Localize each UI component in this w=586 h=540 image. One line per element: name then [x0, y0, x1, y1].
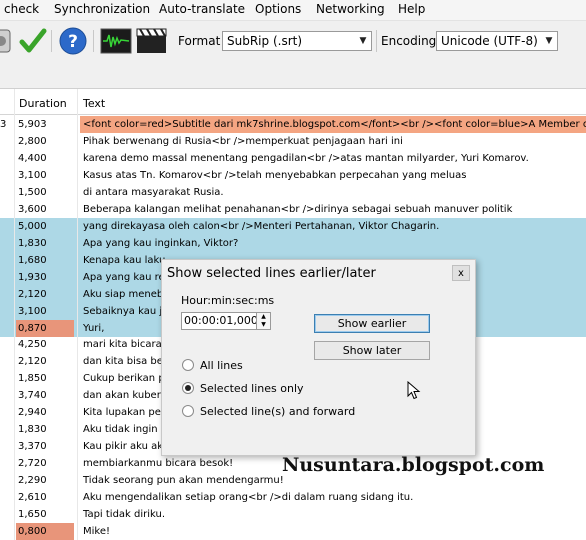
duration-cell: 2,940 — [18, 407, 47, 419]
text-cell: Aku mengendalikan setiap orang<br />di d… — [83, 492, 414, 504]
menu-networking[interactable]: Networking — [316, 2, 385, 16]
duration-cell: 4,250 — [18, 339, 47, 351]
duration-cell: 2,120 — [16, 285, 74, 303]
radio-selected-and-forward-label[interactable]: Selected line(s) and forward — [200, 405, 355, 418]
toolbar-separator — [376, 30, 377, 52]
show-earlier-button[interactable]: Show earlier — [314, 314, 430, 333]
duration-cell: 2,120 — [18, 356, 47, 368]
show-earlier-later-dialog: Show selected lines earlier/later x Hour… — [161, 259, 476, 456]
format-select[interactable]: SubRip (.srt) ▼ — [222, 31, 372, 51]
radio-all-lines-label[interactable]: All lines — [200, 359, 243, 372]
duration-cell: 1,500 — [18, 186, 47, 198]
duration-cell: 0,870 — [16, 319, 74, 337]
text-cell: yang direkayasa oleh calon<br />Menteri … — [80, 217, 586, 235]
menu-help[interactable]: Help — [398, 2, 425, 16]
watermark: Nusuntara.blogspot.com — [282, 454, 545, 476]
spin-up-icon[interactable]: ▲ — [257, 313, 270, 321]
radio-selected-lines-only-label[interactable]: Selected lines only — [200, 382, 304, 395]
column-divider — [77, 89, 78, 540]
table-row[interactable]: 2,610 Aku mengendalikan setiap orang<br /… — [0, 489, 586, 506]
duration-cell: 3,600 — [18, 203, 47, 215]
mouse-cursor-icon — [407, 381, 421, 400]
text-cell: Mike! — [83, 526, 111, 538]
text-cell: Kasus atas Tn. Komarov<br />telah menyeb… — [83, 169, 467, 181]
table-row[interactable]: 1,500 di antara masyarakat Rusia. — [0, 184, 586, 201]
duration-cell: 1,830 — [16, 234, 74, 252]
duration-cell: 1,850 — [18, 373, 47, 385]
table-row[interactable]: 2,800 Pihak berwenang di Rusia<br />mempe… — [0, 133, 586, 150]
duration-cell: 5,903 — [16, 116, 74, 133]
menu-spellcheck[interactable]: check — [4, 2, 39, 16]
time-spinner[interactable]: ▲ ▼ — [256, 312, 271, 330]
text-cell: di antara masyarakat Rusia. — [83, 186, 224, 198]
show-later-button[interactable]: Show later — [314, 341, 430, 360]
close-icon: x — [458, 268, 464, 279]
save-icon[interactable] — [0, 26, 18, 56]
duration-cell: 5,000 — [16, 217, 74, 235]
duration-cell: 2,800 — [18, 135, 47, 147]
svg-text:?: ? — [68, 32, 78, 52]
table-row[interactable]: 4,400 karena demo massal menentang pengad… — [0, 150, 586, 167]
format-select-value: SubRip (.srt) — [227, 34, 303, 48]
radio-selected-lines-only[interactable] — [182, 382, 194, 394]
duration-cell: 1,930 — [16, 268, 74, 286]
duration-cell: 3,100 — [18, 169, 47, 181]
table-row[interactable]: 3 5,903 <font color=red>Subtitle dari mk7s… — [0, 116, 586, 133]
chevron-down-icon: ▼ — [545, 36, 553, 46]
table-row[interactable]: 1,650 Tapi tidak diriku. — [0, 506, 586, 523]
duration-cell: 2,610 — [18, 492, 47, 504]
dialog-title: Show selected lines earlier/later — [167, 266, 376, 281]
row-number: 3 — [0, 119, 7, 130]
text-cell: <font color=red>Subtitle dari mk7shrine.… — [80, 116, 586, 133]
text-cell: Pihak berwenang di Rusia<br />memperkuat… — [83, 135, 403, 147]
toolbar: ? Format SubRip (.srt) ▼ Encoding Unicod… — [0, 21, 586, 61]
duration-cell: 3,100 — [16, 302, 74, 320]
column-divider — [14, 89, 15, 540]
duration-cell: 3,740 — [18, 390, 47, 402]
time-label: Hour:min:sec:ms — [181, 294, 275, 307]
spin-down-icon[interactable]: ▼ — [257, 321, 270, 329]
table-row[interactable]: 0,800 Mike! — [0, 523, 586, 540]
radio-all-lines[interactable] — [182, 359, 194, 371]
duration-cell: 1,830 — [18, 424, 47, 436]
video-icon[interactable] — [136, 26, 167, 56]
duration-cell: 2,720 — [18, 458, 47, 470]
close-button[interactable]: x — [452, 265, 470, 281]
duration-cell: 2,290 — [18, 475, 47, 487]
grid-header: Duration Text — [0, 89, 586, 115]
time-input-value: 00:00:01,000 — [184, 314, 258, 327]
duration-cell: 0,800 — [16, 523, 74, 540]
text-column-header[interactable]: Text — [83, 97, 105, 110]
duration-cell: 1,650 — [18, 509, 47, 521]
table-row[interactable]: 5,000 yang direkayasa oleh calon<br />Men… — [0, 217, 586, 235]
table-row[interactable]: 3,600 Beberapa kalangan melihat penahanan… — [0, 201, 586, 218]
menu-bar: check Synchronization Auto-translate Opt… — [0, 0, 586, 21]
waveform-icon[interactable] — [100, 26, 132, 56]
text-cell: Apa yang kau inginkan, Viktor? — [80, 234, 586, 252]
encoding-select[interactable]: Unicode (UTF-8) ▼ — [436, 31, 558, 51]
radio-selected-and-forward[interactable] — [182, 405, 194, 417]
table-row[interactable]: 3,100 Kasus atas Tn. Komarov<br />telah m… — [0, 167, 586, 184]
duration-cell: 1,680 — [16, 251, 74, 269]
duration-cell: 3,370 — [18, 441, 47, 453]
format-label: Format — [178, 34, 221, 48]
duration-cell: 4,400 — [18, 152, 47, 164]
encoding-select-value: Unicode (UTF-8) — [441, 34, 538, 48]
chevron-down-icon: ▼ — [359, 36, 367, 46]
table-row[interactable]: 1,830 Apa yang kau inginkan, Viktor? — [0, 234, 586, 252]
encoding-label: Encoding — [381, 34, 437, 48]
menu-options[interactable]: Options — [255, 2, 301, 16]
spellcheck-icon[interactable] — [18, 26, 48, 56]
toolbar-separator — [93, 30, 94, 52]
text-cell: karena demo massal menentang pengadilan<… — [83, 152, 529, 164]
toolbar-separator — [51, 30, 52, 52]
help-icon[interactable]: ? — [58, 26, 88, 56]
text-cell: Beberapa kalangan melihat penahanan<br /… — [83, 203, 513, 215]
text-cell: Tapi tidak diriku. — [83, 509, 166, 521]
menu-synchronization[interactable]: Synchronization — [54, 2, 150, 16]
menu-auto-translate[interactable]: Auto-translate — [159, 2, 245, 16]
duration-column-header[interactable]: Duration — [19, 97, 67, 110]
